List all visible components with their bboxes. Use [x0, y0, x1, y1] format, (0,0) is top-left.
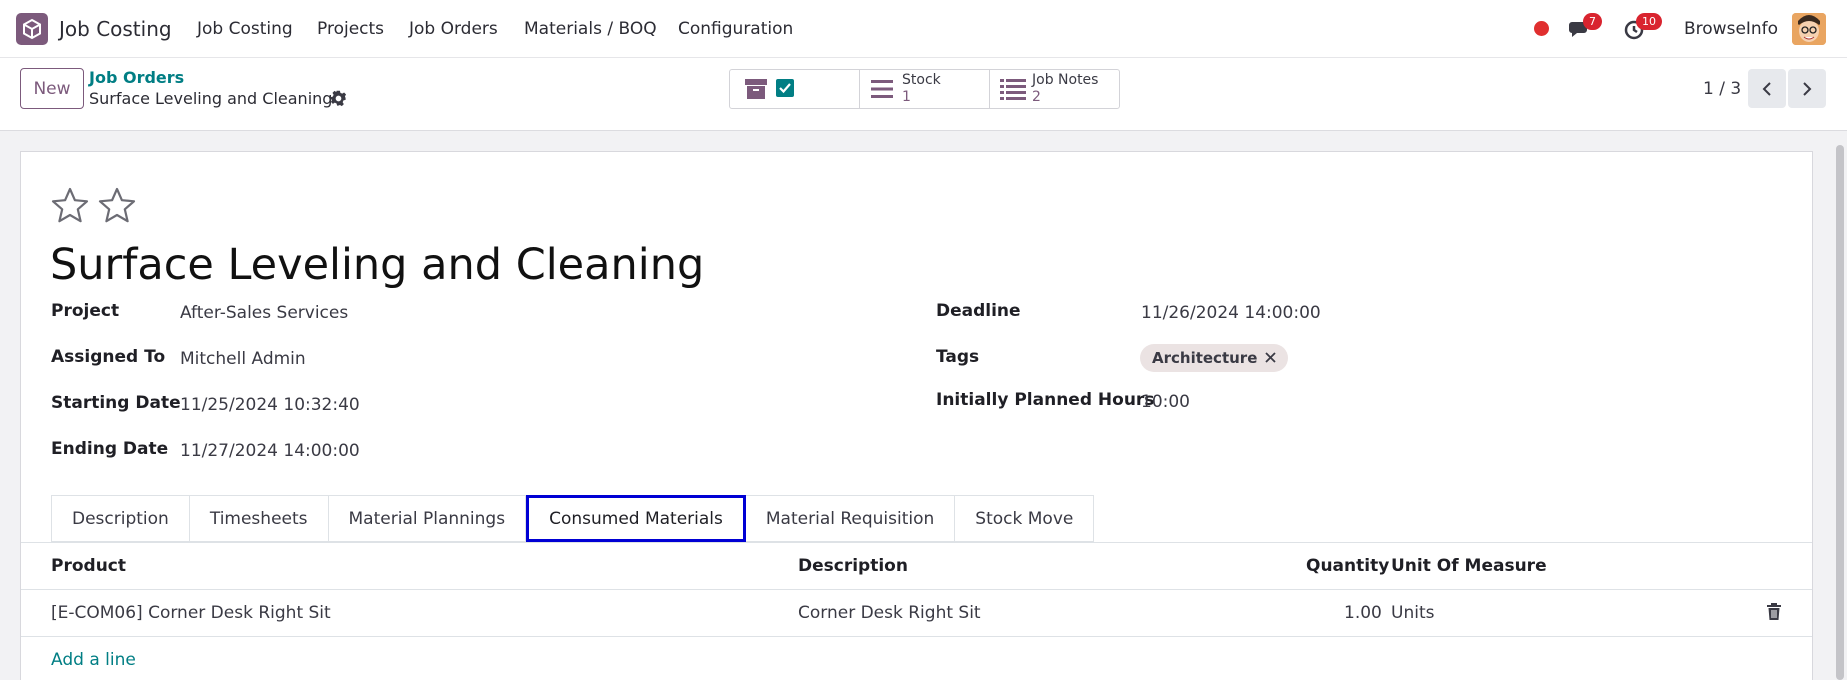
- field-ending-date[interactable]: 11/27/2024 14:00:00: [180, 441, 360, 461]
- menu-configuration[interactable]: Configuration: [678, 19, 793, 39]
- field-label-tags: Tags: [936, 347, 980, 367]
- pager-next-button[interactable]: [1788, 69, 1826, 108]
- column-header-description[interactable]: Description: [798, 556, 908, 576]
- app-logo-icon[interactable]: [16, 13, 48, 45]
- tab-stock-move[interactable]: Stock Move: [955, 495, 1095, 542]
- smart-buttons: Stock 1 Job Notes 2: [729, 69, 1120, 109]
- field-planned-hours[interactable]: 10:00: [1141, 392, 1190, 412]
- activities-badge: 10: [1636, 13, 1662, 30]
- trash-icon[interactable]: [1766, 603, 1782, 621]
- tab-timesheets[interactable]: Timesheets: [189, 495, 329, 542]
- close-icon[interactable]: [1265, 349, 1277, 367]
- field-label-starting-date: Starting Date: [51, 393, 181, 413]
- checkbox-icon: [776, 79, 794, 97]
- pager-previous-button[interactable]: [1748, 69, 1786, 108]
- breadcrumb-current: Surface Leveling and Cleaning: [89, 89, 333, 108]
- menu-materials-boq[interactable]: Materials / BOQ: [524, 19, 657, 39]
- cell-description[interactable]: Corner Desk Right Sit: [798, 603, 981, 623]
- app-name[interactable]: Job Costing: [59, 17, 172, 41]
- column-header-uom[interactable]: Unit Of Measure: [1391, 556, 1547, 576]
- tab-material-plannings[interactable]: Material Plannings: [328, 495, 527, 542]
- tab-material-requisition[interactable]: Material Requisition: [745, 495, 956, 542]
- column-header-product[interactable]: Product: [51, 556, 126, 576]
- field-starting-date[interactable]: 11/25/2024 10:32:40: [180, 395, 360, 415]
- bullet-list-icon: [1000, 79, 1026, 100]
- top-navbar: Job Costing Job Costing Projects Job Ord…: [0, 0, 1847, 58]
- chevron-left-icon: [1762, 81, 1771, 96]
- form-sheet: [20, 151, 1813, 680]
- field-label-project: Project: [51, 301, 120, 321]
- stock-label: Stock: [902, 72, 941, 88]
- pager-value[interactable]: 1 / 3: [1703, 79, 1741, 99]
- priority-star-icon[interactable]: [97, 186, 137, 226]
- archive-smart-button[interactable]: [730, 70, 860, 108]
- record-title[interactable]: Surface Leveling and Cleaning: [50, 240, 704, 290]
- divider: [21, 542, 1812, 543]
- avatar[interactable]: [1792, 13, 1826, 45]
- column-header-quantity[interactable]: Quantity: [1306, 556, 1389, 576]
- notebook-tabs: Description Timesheets Material Planning…: [51, 495, 1095, 542]
- tab-description[interactable]: Description: [51, 495, 190, 542]
- scrollbar-thumb[interactable]: [1836, 145, 1844, 680]
- field-deadline[interactable]: 11/26/2024 14:00:00: [1141, 303, 1321, 323]
- job-notes-smart-button[interactable]: Job Notes 2: [990, 70, 1120, 108]
- breadcrumb-parent[interactable]: Job Orders: [89, 68, 184, 87]
- menu-job-costing[interactable]: Job Costing: [197, 19, 293, 39]
- priority-star-icon[interactable]: [50, 186, 90, 226]
- field-label-deadline: Deadline: [936, 301, 1021, 321]
- job-notes-label: Job Notes: [1032, 72, 1099, 88]
- new-button[interactable]: New: [20, 68, 84, 109]
- tag-label: Architecture: [1152, 349, 1258, 367]
- list-icon: [871, 80, 893, 98]
- divider: [21, 636, 1812, 637]
- stock-count: 1: [902, 89, 911, 105]
- tab-consumed-materials[interactable]: Consumed Materials: [526, 495, 746, 542]
- recording-indicator[interactable]: [1534, 21, 1549, 36]
- cell-quantity[interactable]: 1.00: [1344, 603, 1382, 623]
- chevron-right-icon: [1803, 81, 1812, 96]
- field-label-assigned-to: Assigned To: [51, 347, 166, 367]
- job-notes-count: 2: [1032, 89, 1041, 105]
- cell-uom[interactable]: Units: [1391, 603, 1434, 623]
- menu-job-orders[interactable]: Job Orders: [409, 19, 498, 39]
- messages-badge: 7: [1583, 13, 1602, 30]
- menu-projects[interactable]: Projects: [317, 19, 384, 39]
- gear-icon[interactable]: [330, 90, 347, 107]
- user-name[interactable]: BrowseInfo: [1684, 19, 1778, 39]
- field-project[interactable]: After-Sales Services: [180, 303, 348, 323]
- divider: [21, 589, 1812, 590]
- archive-icon: [745, 79, 767, 99]
- field-label-ending-date: Ending Date: [51, 439, 169, 459]
- field-label-planned-hours: Initially Planned Hours: [936, 390, 1155, 410]
- stock-smart-button[interactable]: Stock 1: [860, 70, 990, 108]
- cell-product[interactable]: [E-COM06] Corner Desk Right Sit: [51, 603, 331, 623]
- tag-badge[interactable]: Architecture: [1140, 344, 1289, 372]
- add-line-link[interactable]: Add a line: [51, 650, 136, 670]
- field-assigned-to[interactable]: Mitchell Admin: [180, 349, 306, 369]
